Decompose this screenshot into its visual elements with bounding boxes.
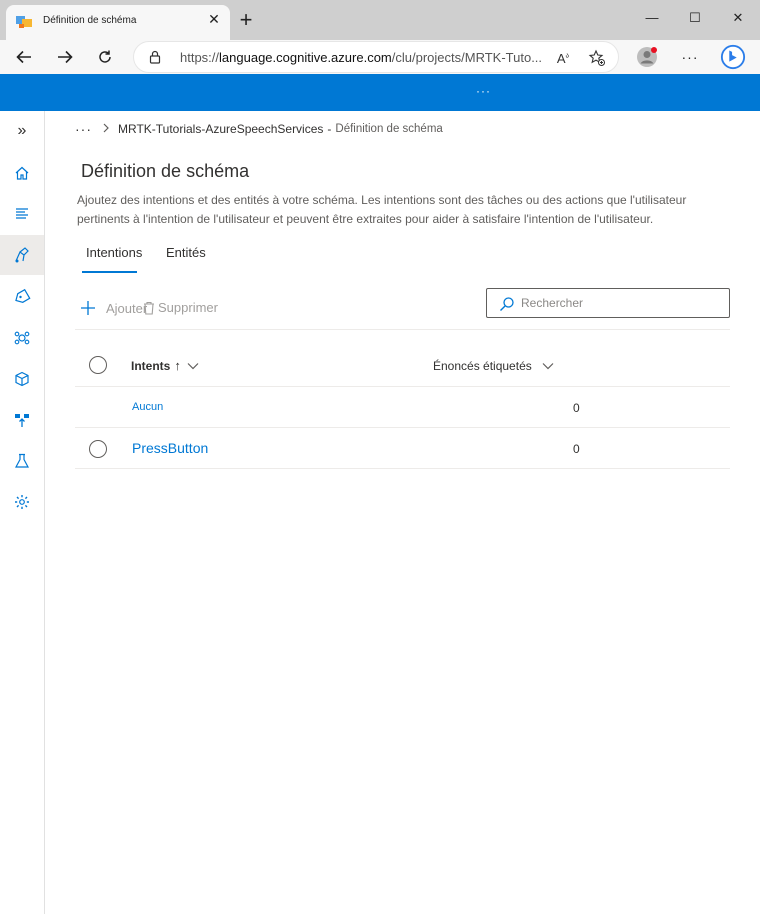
- minimize-icon[interactable]: —: [640, 8, 664, 28]
- new-tab-icon[interactable]: +: [236, 8, 256, 32]
- trash-icon: [144, 301, 154, 315]
- tab-title: Définition de schéma: [43, 15, 137, 26]
- column-header-intents[interactable]: Intents ↑: [131, 358, 199, 373]
- window-close-icon[interactable]: ✕: [726, 8, 750, 28]
- breadcrumb-separator: -: [327, 122, 332, 136]
- tab-close-icon[interactable]: ✕: [206, 11, 222, 27]
- profile-avatar-icon[interactable]: [634, 44, 660, 70]
- delete-button-label: Supprimer: [158, 300, 218, 315]
- sort-ascending-icon: ↑: [174, 358, 181, 373]
- language-studio-favicon-icon: [16, 16, 32, 28]
- tab-intentions[interactable]: Intentions: [86, 245, 142, 260]
- browser-tabstrip: Définition de schéma ✕ + — ☐ ✕: [0, 0, 760, 40]
- schema-list-icon[interactable]: [0, 194, 44, 234]
- app-header-bar: ···: [0, 74, 760, 111]
- back-icon[interactable]: [11, 44, 37, 70]
- left-nav-rail: »: [0, 111, 45, 914]
- description-line-2: pertinents à l'intention de l'utilisateu…: [77, 212, 654, 226]
- search-input[interactable]: [521, 294, 721, 312]
- table-row[interactable]: PressButton 0: [75, 428, 730, 469]
- grid-header-row: Intents ↑ Énoncés étiquetés: [75, 345, 730, 387]
- read-aloud-icon[interactable]: Aა: [552, 47, 574, 69]
- more-menu-icon[interactable]: ···: [677, 44, 703, 70]
- url-text[interactable]: https://language.cognitive.azure.com/clu…: [180, 50, 548, 65]
- browser-tab[interactable]: Définition de schéma ✕: [6, 5, 230, 40]
- chevron-right-icon: [102, 122, 110, 136]
- settings-gear-icon[interactable]: [0, 482, 44, 522]
- description-line-1: Ajoutez des intentions et des entités à …: [77, 193, 687, 207]
- intent-name-link[interactable]: PressButton: [132, 440, 208, 456]
- breadcrumb-more-icon[interactable]: ···: [75, 121, 92, 137]
- forward-icon[interactable]: [52, 44, 78, 70]
- column-enonces-label: Énoncés étiquetés: [433, 359, 532, 373]
- active-tab-underline: [82, 271, 137, 273]
- upload-icon[interactable]: [0, 400, 44, 440]
- chevron-down-icon: [542, 363, 554, 370]
- browser-toolbar: https://language.cognitive.azure.com/clu…: [0, 40, 760, 74]
- delete-button[interactable]: Supprimer: [142, 300, 218, 315]
- refresh-icon[interactable]: [92, 44, 118, 70]
- table-row[interactable]: Aucun 0: [75, 387, 730, 428]
- page-description: Ajoutez des intentions et des entités à …: [77, 191, 760, 231]
- home-icon[interactable]: [0, 153, 44, 193]
- deploy-box-icon[interactable]: [0, 359, 44, 399]
- labeled-utterances-count: 0: [573, 401, 580, 415]
- address-bar[interactable]: https://language.cognitive.azure.com/clu…: [133, 41, 619, 73]
- maximize-icon[interactable]: ☐: [683, 8, 707, 28]
- column-intents-label: Intents: [131, 358, 171, 373]
- page-title: Définition de schéma: [81, 161, 250, 181]
- search-icon: [500, 297, 514, 311]
- command-bar-divider: [75, 329, 730, 330]
- search-box[interactable]: [486, 288, 730, 318]
- lock-icon: [149, 50, 161, 64]
- build-icon[interactable]: [0, 235, 44, 275]
- breadcrumb: ··· MRTK-Tutorials-AzureSpeechServices -…: [75, 121, 443, 137]
- header-more-icon[interactable]: ···: [476, 84, 491, 98]
- expand-icon[interactable]: »: [0, 111, 44, 151]
- bing-chat-icon[interactable]: [720, 44, 746, 70]
- add-favorite-icon[interactable]: [586, 47, 608, 69]
- plus-icon: [81, 301, 95, 315]
- tag-icon[interactable]: [0, 277, 44, 317]
- add-button[interactable]: Ajouter: [80, 300, 147, 316]
- labeled-utterances-count: 0: [573, 442, 580, 456]
- row-select-checkbox[interactable]: [89, 440, 107, 458]
- chevron-down-icon: [187, 362, 199, 369]
- breadcrumb-project-link[interactable]: MRTK-Tutorials-AzureSpeechServices: [118, 122, 323, 136]
- breadcrumb-current: Définition de schéma: [335, 123, 443, 135]
- column-header-enonces[interactable]: Énoncés étiquetés: [433, 359, 554, 373]
- test-flask-icon[interactable]: [0, 441, 44, 481]
- tab-entites[interactable]: Entités: [166, 245, 206, 260]
- train-icon[interactable]: [0, 318, 44, 358]
- select-all-checkbox[interactable]: [89, 356, 107, 374]
- intent-name-link[interactable]: Aucun: [132, 401, 163, 413]
